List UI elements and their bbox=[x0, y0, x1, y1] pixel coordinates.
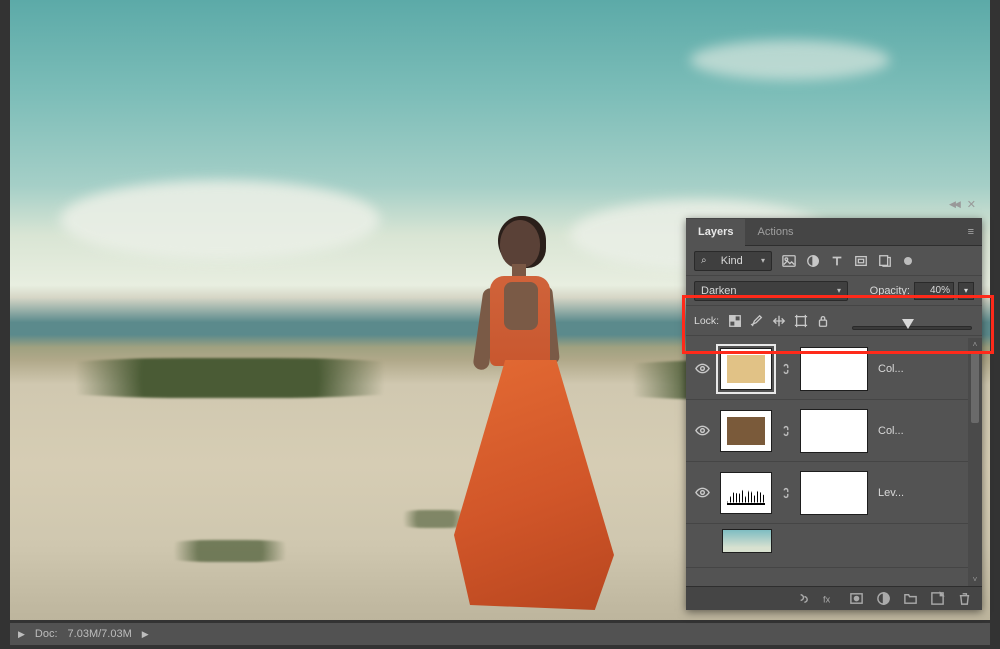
adjustment-layer-icon[interactable] bbox=[876, 591, 891, 606]
new-layer-icon[interactable] bbox=[930, 591, 945, 606]
opacity-label: Opacity: bbox=[870, 285, 910, 297]
opacity-dropdown[interactable]: ▾ bbox=[958, 282, 974, 300]
visibility-icon[interactable] bbox=[694, 361, 710, 376]
layer-thumbnail[interactable] bbox=[720, 410, 772, 452]
layer-filter-row: ⌕ Kind ▾ bbox=[686, 246, 982, 276]
fx-icon[interactable]: fx bbox=[822, 591, 837, 606]
panel-tabs: Layers Actions ≡ bbox=[686, 218, 982, 246]
status-bar: ▶ Doc: 7.03M/7.03M ▶ bbox=[10, 623, 990, 645]
layers-panel-footer: fx bbox=[686, 586, 982, 610]
filter-toggle-icon[interactable] bbox=[904, 257, 912, 265]
lock-label: Lock: bbox=[694, 315, 719, 327]
opacity-value: 40% bbox=[930, 285, 950, 296]
adjustment-icon[interactable] bbox=[806, 254, 820, 268]
link-mask-icon[interactable] bbox=[780, 424, 792, 438]
svg-text:fx: fx bbox=[823, 594, 831, 604]
chevron-down-icon: ▾ bbox=[837, 286, 841, 295]
blend-mode-select[interactable]: Darken ▾ bbox=[694, 281, 848, 301]
collapse-icon[interactable]: ◀◀ bbox=[949, 199, 959, 210]
lock-transparency-icon[interactable] bbox=[727, 314, 743, 328]
layer-thumbnail[interactable] bbox=[720, 348, 772, 390]
layer-row[interactable]: Col... bbox=[686, 338, 982, 400]
group-icon[interactable] bbox=[903, 591, 918, 606]
layers-list: Col... Col... Lev... bbox=[686, 338, 982, 586]
layer-name[interactable]: Col... bbox=[878, 363, 974, 375]
visibility-icon[interactable] bbox=[694, 423, 710, 438]
close-icon[interactable]: ✕ bbox=[967, 198, 976, 211]
lock-row: Lock: bbox=[686, 306, 982, 336]
scroll-up-icon[interactable]: ˄ bbox=[973, 340, 978, 349]
lock-artboard-icon[interactable] bbox=[793, 314, 809, 328]
doc-size: 7.03M/7.03M bbox=[68, 628, 132, 640]
filter-kind-select[interactable]: ⌕ Kind ▾ bbox=[694, 251, 772, 271]
blend-mode-value: Darken bbox=[701, 285, 736, 297]
shape-icon[interactable] bbox=[854, 254, 868, 268]
scroll-thumb[interactable] bbox=[971, 351, 979, 423]
trash-icon[interactable] bbox=[957, 591, 972, 606]
link-layers-icon[interactable] bbox=[795, 591, 810, 606]
layer-thumbnail[interactable] bbox=[720, 472, 772, 514]
expand-left-icon[interactable]: ▶ bbox=[18, 629, 25, 640]
blend-row: Darken ▾ Opacity: 40% ▾ bbox=[686, 276, 982, 306]
panel-menu-icon[interactable]: ≡ bbox=[960, 222, 982, 242]
layers-scrollbar[interactable]: ˄ ˅ bbox=[968, 338, 982, 586]
layer-name[interactable]: Lev... bbox=[878, 487, 974, 499]
opacity-slider-thumb[interactable] bbox=[902, 319, 914, 329]
link-mask-icon[interactable] bbox=[780, 486, 792, 500]
link-mask-icon[interactable] bbox=[780, 362, 792, 376]
layer-thumbnail[interactable] bbox=[720, 525, 772, 567]
layer-mask-thumbnail[interactable] bbox=[800, 409, 868, 453]
lock-brush-icon[interactable] bbox=[749, 314, 765, 328]
doc-label: Doc: bbox=[35, 628, 58, 640]
image-icon[interactable] bbox=[782, 254, 796, 268]
layer-row[interactable]: Lev... bbox=[686, 462, 982, 524]
panel-collapse-bar[interactable]: ◀◀ ✕ bbox=[686, 190, 982, 218]
tab-actions[interactable]: Actions bbox=[745, 219, 805, 244]
tab-layers[interactable]: Layers bbox=[686, 219, 745, 246]
filter-kind-label: Kind bbox=[721, 255, 743, 267]
layers-panel: ◀◀ ✕ Layers Actions ≡ ⌕ Kind ▾ Darken ▾ … bbox=[686, 218, 982, 610]
layer-name[interactable]: Col... bbox=[878, 425, 974, 437]
expand-right-icon[interactable]: ▶ bbox=[142, 629, 149, 640]
type-icon[interactable] bbox=[830, 254, 844, 268]
smartobject-icon[interactable] bbox=[878, 254, 892, 268]
layer-mask-thumbnail[interactable] bbox=[800, 471, 868, 515]
lock-position-icon[interactable] bbox=[771, 314, 787, 328]
mask-icon[interactable] bbox=[849, 591, 864, 606]
layer-mask-thumbnail[interactable] bbox=[800, 347, 868, 391]
scroll-down-icon[interactable]: ˅ bbox=[973, 575, 978, 584]
visibility-icon[interactable] bbox=[694, 485, 710, 500]
layer-row[interactable] bbox=[686, 524, 982, 568]
opacity-input[interactable]: 40% bbox=[914, 282, 954, 300]
layer-row[interactable]: Col... bbox=[686, 400, 982, 462]
chevron-down-icon: ▾ bbox=[761, 256, 765, 265]
lock-all-icon[interactable] bbox=[815, 314, 831, 328]
